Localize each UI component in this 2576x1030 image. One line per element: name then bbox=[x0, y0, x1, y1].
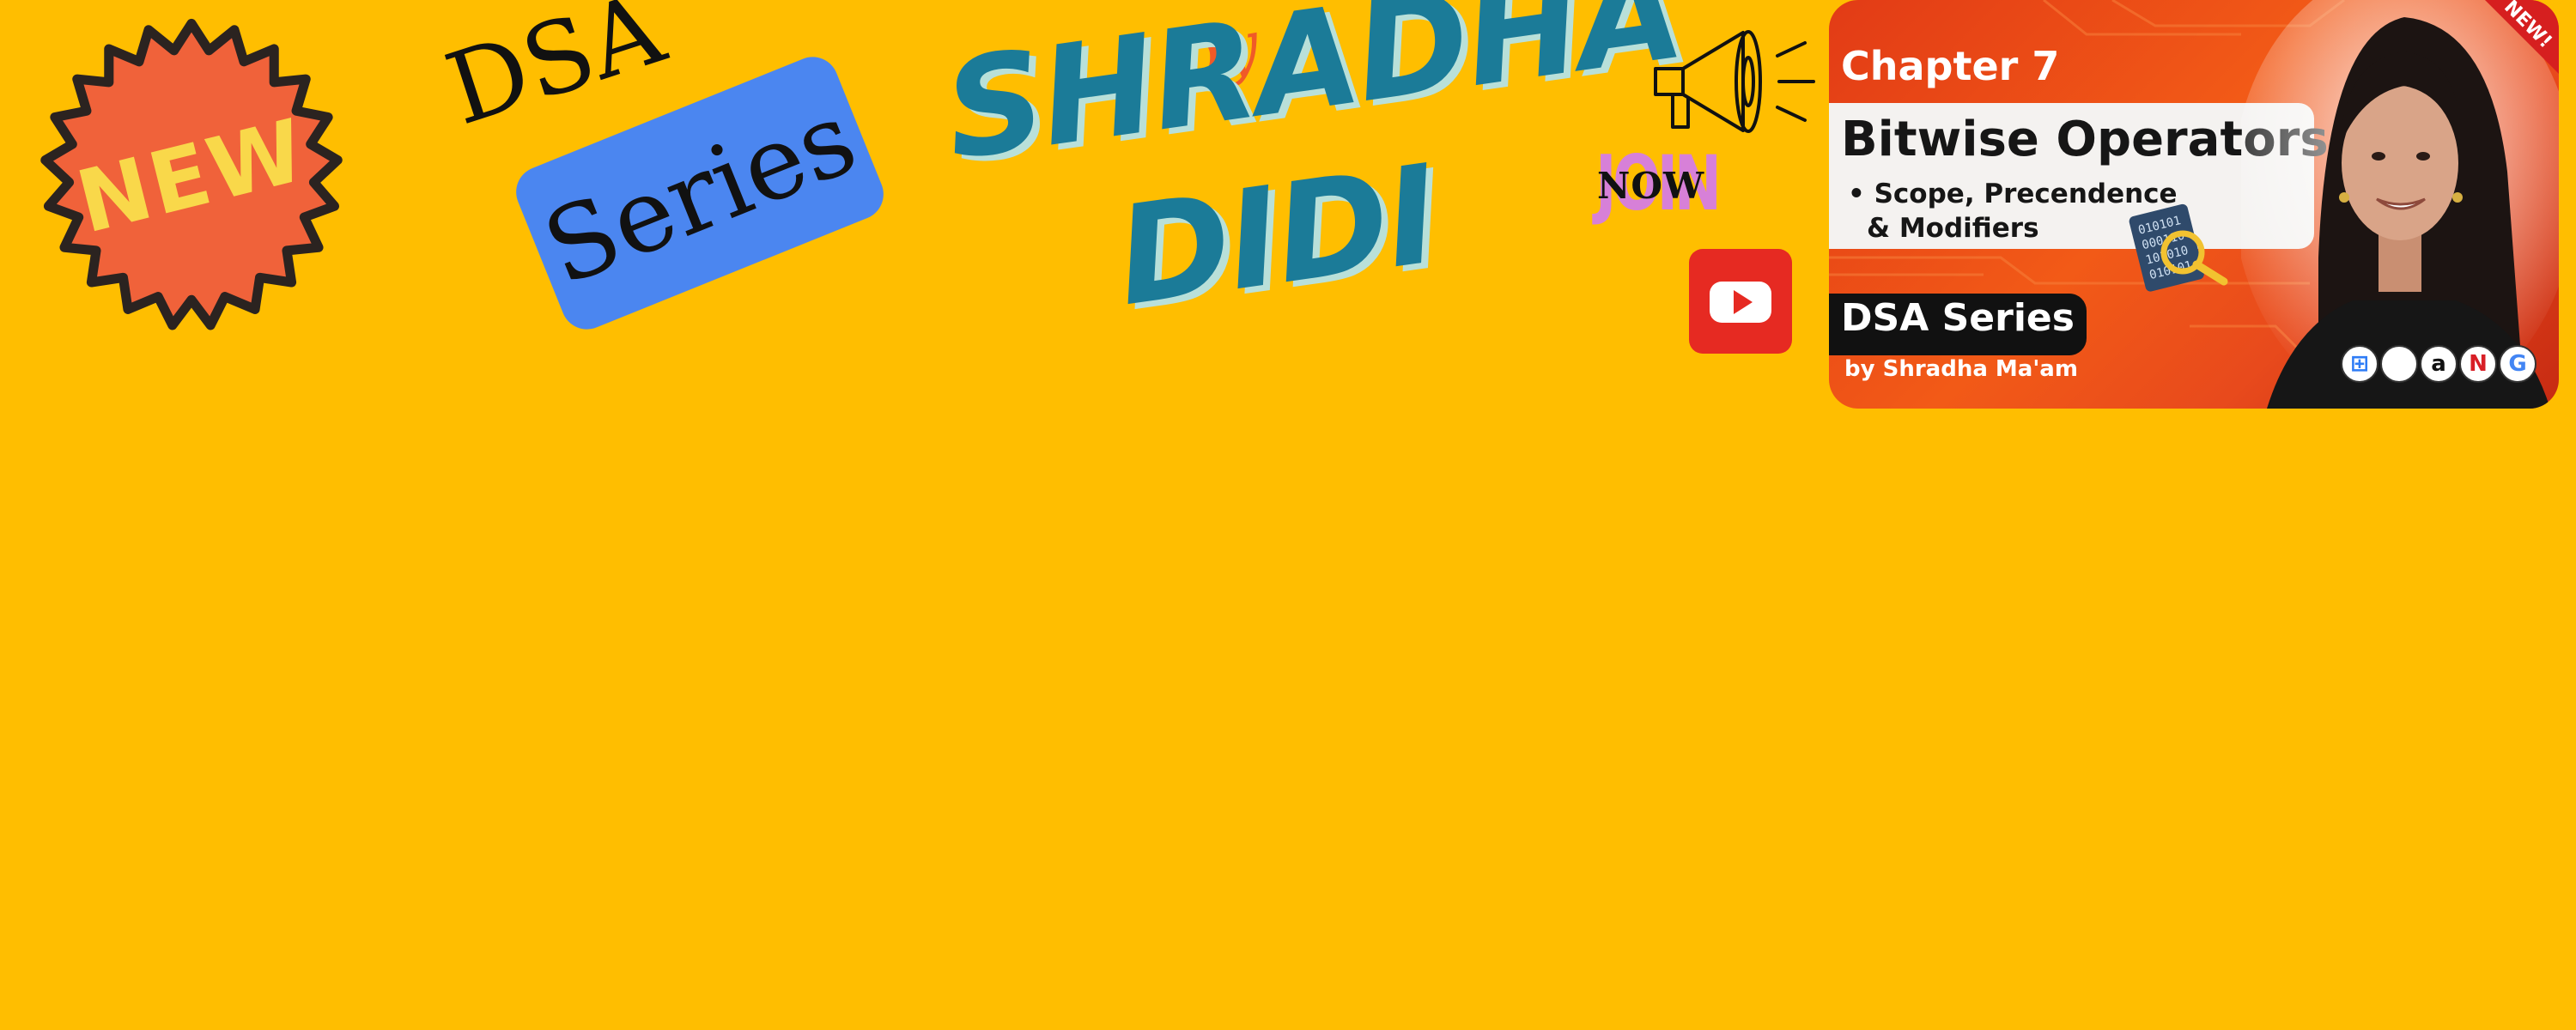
netflix-logo-icon: N bbox=[2459, 345, 2497, 383]
series-tag-text: Series bbox=[528, 77, 872, 309]
chapter-label: Chapter 7 bbox=[1841, 43, 2060, 89]
megaphone-icon bbox=[1654, 30, 1815, 133]
binary-magnifier-icon: 010101 000110 101010 010101 bbox=[2129, 203, 2228, 292]
amazon-logo-icon: a bbox=[2420, 345, 2458, 383]
byline: by Shradha Ma'am bbox=[1844, 356, 2078, 382]
new-badge: NEW bbox=[33, 17, 350, 335]
microsoft-logo-icon: ⊞ bbox=[2341, 345, 2379, 383]
series-pill-text: DSA Series bbox=[1841, 296, 2075, 340]
google-logo-icon: G bbox=[2499, 345, 2537, 383]
company-logos: ⊞ a N G bbox=[2341, 345, 2537, 385]
youtube-icon[interactable] bbox=[1689, 249, 1792, 354]
video-thumbnail[interactable]: Chapter 7 Bitwise Operators • Scope, Pre… bbox=[1829, 0, 2559, 409]
now-label: NOW bbox=[1597, 165, 1705, 207]
apple-logo-icon bbox=[2380, 345, 2418, 383]
new-corner-ribbon: NEW! bbox=[2483, 0, 2559, 76]
author-second-name: DIDI bbox=[1108, 136, 1446, 337]
